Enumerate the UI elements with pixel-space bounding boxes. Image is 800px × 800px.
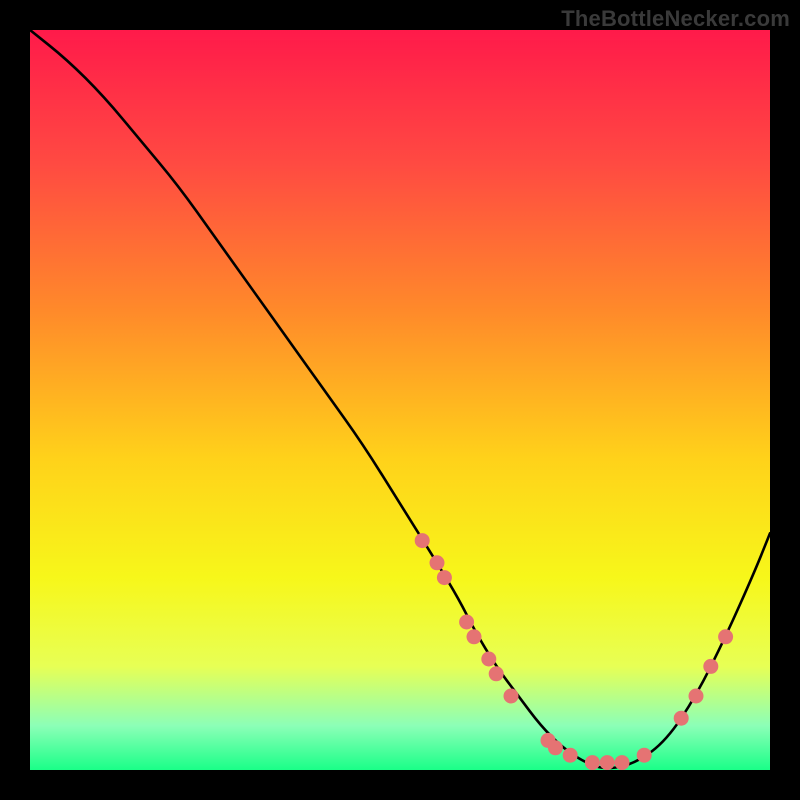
chart-container: TheBottleNecker.com	[0, 0, 800, 800]
data-point	[637, 748, 652, 763]
curve-line	[30, 30, 770, 768]
data-point	[459, 615, 474, 630]
data-point	[718, 629, 733, 644]
data-point	[481, 652, 496, 667]
data-point	[415, 533, 430, 548]
data-point	[600, 755, 615, 770]
plot-area	[30, 30, 770, 770]
data-point	[489, 666, 504, 681]
data-point	[703, 659, 718, 674]
data-point	[467, 629, 482, 644]
data-point	[674, 711, 689, 726]
data-point	[615, 755, 630, 770]
data-point	[430, 555, 445, 570]
data-point	[689, 689, 704, 704]
data-point	[548, 740, 563, 755]
watermark: TheBottleNecker.com	[561, 6, 790, 32]
data-point	[504, 689, 519, 704]
data-point	[437, 570, 452, 585]
chart-svg	[30, 30, 770, 770]
data-point	[585, 755, 600, 770]
data-point	[563, 748, 578, 763]
